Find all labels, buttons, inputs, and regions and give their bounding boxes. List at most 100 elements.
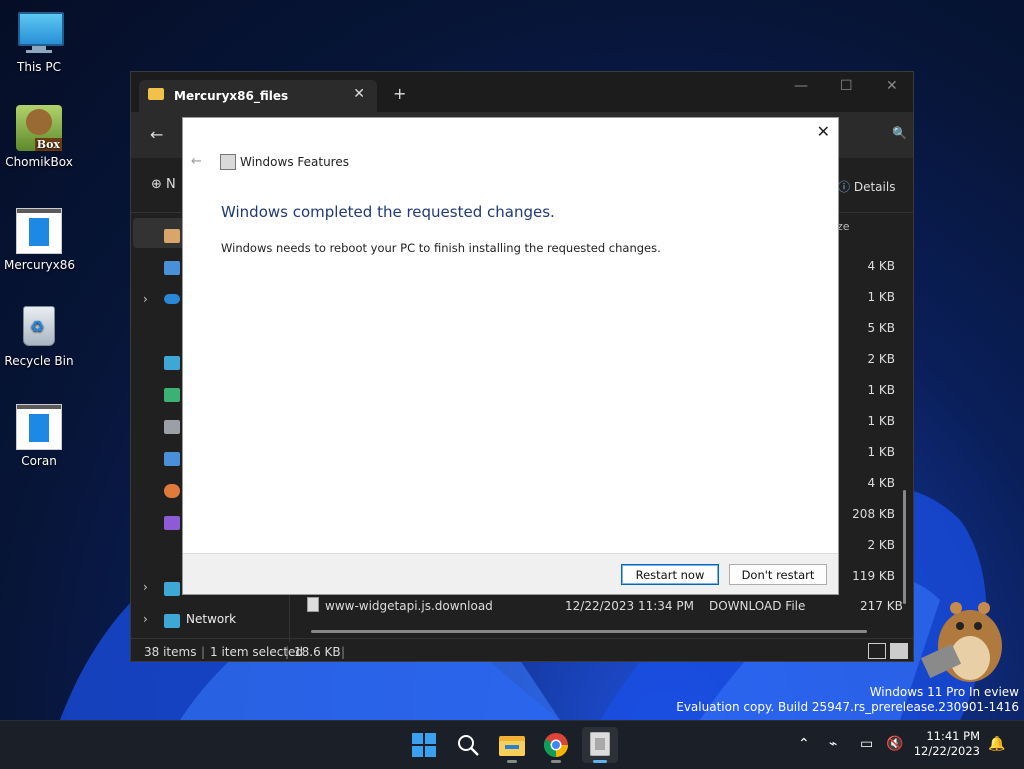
back-arrow-icon[interactable]: ← xyxy=(150,125,163,144)
size-cell: 1 KB xyxy=(867,414,895,428)
chevron-right-icon[interactable]: › xyxy=(143,580,148,594)
running-indicator xyxy=(593,760,607,763)
back-arrow-icon[interactable]: ← xyxy=(191,154,202,169)
taskbar-search-button[interactable] xyxy=(450,727,486,763)
watermark-edition: Windows 11 Pro In eview xyxy=(869,685,1019,699)
plus-circle-icon: ⊕ xyxy=(151,177,162,192)
watermark-build: Evaluation copy. Build 25947.rs_prerelea… xyxy=(676,700,1019,714)
file-icon xyxy=(307,597,319,612)
pictures-icon xyxy=(164,452,180,466)
size-cell: 5 KB xyxy=(867,321,895,335)
file-name: www-widgetapi.js.download xyxy=(325,599,493,613)
table-row[interactable]: www-widgetapi.js.download 12/22/2023 11:… xyxy=(307,594,907,618)
desktop-icon-mercuryx86[interactable]: Mercuryx86 xyxy=(4,208,75,272)
videos-icon xyxy=(164,516,180,530)
onedrive-icon xyxy=(164,294,180,304)
desktop-folder-icon xyxy=(164,356,180,370)
size-cell: 2 KB xyxy=(867,352,895,366)
file-type: DOWNLOAD File xyxy=(709,599,806,613)
size-cell: 4 KB xyxy=(867,259,895,273)
clock-date: 12/22/2023 xyxy=(913,744,980,758)
dont-restart-button[interactable]: Don't restart xyxy=(729,564,827,585)
gallery-icon xyxy=(164,261,180,275)
evaluation-watermark: Windows 11 Pro In eview Evaluation copy.… xyxy=(676,685,1019,715)
desktop-icon-recycle-bin[interactable]: ♻ Recycle Bin xyxy=(4,304,74,368)
details-label: Details xyxy=(853,180,896,194)
chevron-up-icon[interactable]: ⌃ xyxy=(798,736,810,752)
music-icon xyxy=(164,484,180,498)
file-size: 217 KB xyxy=(860,599,903,613)
tiles-view-icon[interactable] xyxy=(890,643,908,659)
status-bar: 38 items | 1 item selected | 18.6 KB | xyxy=(131,638,913,663)
dialog-message: Windows needs to reboot your PC to finis… xyxy=(221,241,661,255)
volume-muted-icon[interactable]: 🔇 xyxy=(886,736,903,752)
details-view-icon[interactable] xyxy=(868,643,886,659)
recycle-bin-icon: ♻ xyxy=(16,304,62,350)
desktop-icon-chomikbox[interactable]: Box ChomikBox xyxy=(4,105,74,169)
chevron-right-icon[interactable]: › xyxy=(143,292,148,306)
folder-icon xyxy=(148,88,164,100)
clock-time: 11:41 PM xyxy=(926,729,980,743)
dialog-heading: Windows completed the requested changes. xyxy=(221,203,555,221)
app-window-icon xyxy=(16,404,62,450)
maximize-icon[interactable]: ☐ xyxy=(840,78,853,94)
close-icon[interactable]: ✕ xyxy=(817,122,830,141)
dialog-footer: Restart now Don't restart xyxy=(183,553,838,594)
size-cell: 1 KB xyxy=(867,445,895,459)
file-date: 12/22/2023 11:34 PM xyxy=(565,599,694,613)
taskbar-chrome[interactable] xyxy=(538,727,574,763)
this-pc-icon xyxy=(164,582,180,596)
size-cell: 208 KB xyxy=(852,507,895,521)
taskbar-file-explorer[interactable] xyxy=(494,727,530,763)
chrome-icon xyxy=(544,733,568,757)
horizontal-scrollbar[interactable] xyxy=(311,630,867,633)
display-icon[interactable]: ▭ xyxy=(860,736,873,752)
close-tab-icon[interactable]: ✕ xyxy=(353,86,365,102)
chomikbox-icon: Box xyxy=(16,105,62,151)
start-button[interactable] xyxy=(406,727,442,763)
selected-count: 1 item selected xyxy=(210,645,304,659)
hamster-mascot-icon xyxy=(920,602,1002,682)
explorer-tab[interactable]: Mercuryx86_files ✕ xyxy=(139,80,377,112)
dialog-title: Windows Features xyxy=(240,155,349,169)
windows-features-icon xyxy=(590,732,610,756)
system-clock[interactable]: 11:41 PM 12/22/2023 xyxy=(914,729,980,759)
nav-item-network[interactable]: Network xyxy=(186,612,236,626)
downloads-icon xyxy=(164,388,180,402)
search-icon[interactable]: 🔍 xyxy=(892,126,907,140)
restart-now-button[interactable]: Restart now xyxy=(621,564,719,585)
explorer-titlebar[interactable]: Mercuryx86_files ✕ + — ☐ ✕ xyxy=(131,72,913,112)
documents-icon xyxy=(164,420,180,434)
close-window-icon[interactable]: ✕ xyxy=(886,78,898,94)
chomikbox-badge: Box xyxy=(34,138,62,151)
new-tab-icon[interactable]: + xyxy=(393,84,406,103)
desktop-icon-this-pc[interactable]: This PC xyxy=(4,10,74,74)
desktop-icon-coran[interactable]: Coran xyxy=(4,404,74,468)
size-cell: 4 KB xyxy=(867,476,895,490)
details-button[interactable]: ⓘ Details xyxy=(838,178,895,195)
home-icon xyxy=(164,229,180,243)
item-count: 38 items xyxy=(144,645,197,659)
taskbar: ⌃ ⌁ ▭ 🔇 11:41 PM 12/22/2023 🔔 xyxy=(0,720,1024,769)
chevron-right-icon[interactable]: › xyxy=(143,612,148,626)
taskbar-windows-features[interactable] xyxy=(582,727,618,763)
new-button-label: N xyxy=(166,177,176,192)
size-cell: 1 KB xyxy=(867,383,895,397)
new-button[interactable]: ⊕ N xyxy=(151,177,176,192)
size-cell: 1 KB xyxy=(867,290,895,304)
start-icon xyxy=(412,733,436,757)
windows-features-icon xyxy=(220,154,236,170)
size-cell: 2 KB xyxy=(867,538,895,552)
search-icon xyxy=(458,735,479,756)
app-window-icon xyxy=(16,208,62,254)
file-explorer-icon xyxy=(499,736,525,756)
vertical-scrollbar[interactable] xyxy=(903,490,906,604)
size-cell: 119 KB xyxy=(852,569,895,583)
network-off-icon[interactable]: ⌁ xyxy=(829,736,837,752)
network-icon xyxy=(164,614,180,628)
notification-bell-icon[interactable]: 🔔 xyxy=(988,736,1005,752)
running-indicator xyxy=(507,760,517,763)
running-indicator xyxy=(551,760,561,763)
info-icon: ⓘ xyxy=(838,180,851,194)
minimize-icon[interactable]: — xyxy=(794,78,808,94)
